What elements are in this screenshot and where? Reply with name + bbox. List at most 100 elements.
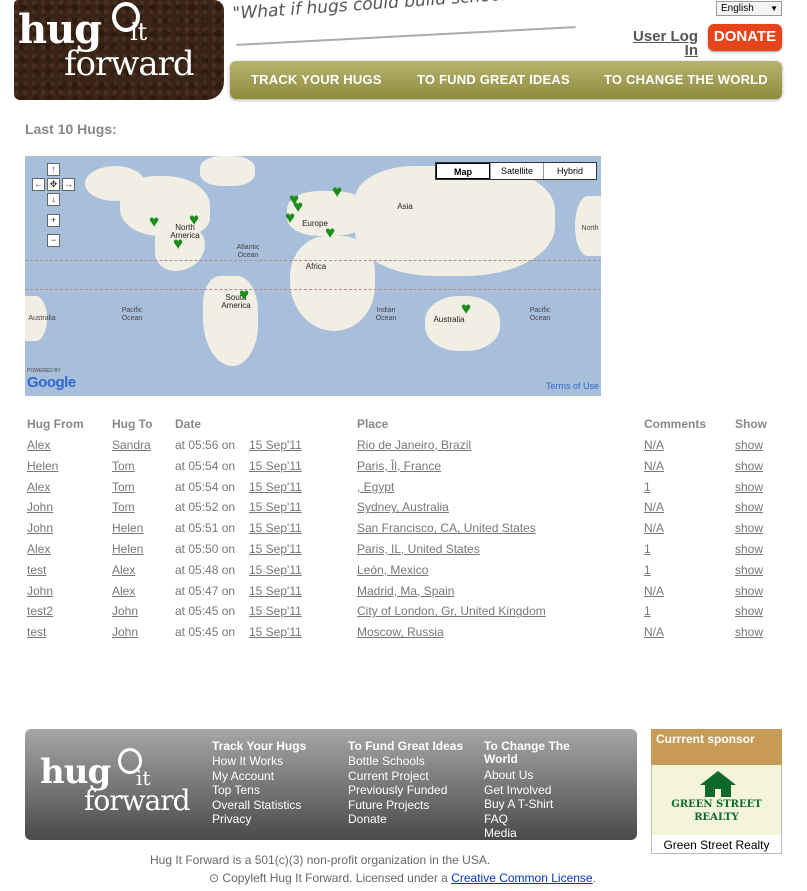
hug-to-link[interactable]: Alex <box>112 563 135 577</box>
hug-place-link[interactable]: Paris, Îl, France <box>357 459 441 473</box>
hug-from-link[interactable]: test <box>27 625 46 639</box>
nav-track-your-hugs[interactable]: TRACK YOUR HUGS <box>251 72 382 87</box>
footer-heading-change[interactable]: To Change The World <box>484 740 594 766</box>
footer-heading-fund[interactable]: To Fund Great Ideas <box>348 740 483 753</box>
pan-left-button[interactable]: ← <box>32 178 45 191</box>
hug-comments-link[interactable]: N/A <box>644 438 664 452</box>
hug-show-link[interactable]: show <box>735 563 763 577</box>
heart-icon[interactable]: ♥ <box>461 300 471 317</box>
footer-link[interactable]: FAQ <box>484 812 508 826</box>
hug-comments-link[interactable]: N/A <box>644 521 664 535</box>
footer-link[interactable]: Privacy <box>212 812 251 826</box>
hug-comments-link[interactable]: 1 <box>644 542 651 556</box>
hug-show-link[interactable]: show <box>735 521 763 535</box>
footer-link[interactable]: Donate <box>348 812 387 826</box>
zoom-in-button[interactable]: + <box>47 214 60 227</box>
hug-place-link[interactable]: Paris, IL, United States <box>357 542 480 556</box>
footer-link[interactable]: Media <box>484 826 517 840</box>
pan-down-button[interactable]: ↓ <box>47 193 60 206</box>
hug-place-link[interactable]: Sydney, Australia <box>357 500 449 514</box>
footer-link[interactable]: Get Involved <box>484 783 551 797</box>
google-logo[interactable]: POWERED BY Google <box>27 368 97 391</box>
hug-to-link[interactable]: Tom <box>112 500 135 514</box>
hug-from-link[interactable]: John <box>27 500 53 514</box>
hug-show-link[interactable]: show <box>735 584 763 598</box>
hug-place-link[interactable]: , Egypt <box>357 480 394 494</box>
hug-from-link[interactable]: Helen <box>27 459 58 473</box>
hug-comments-link[interactable]: N/A <box>644 500 664 514</box>
hug-show-link[interactable]: show <box>735 500 763 514</box>
footer-link[interactable]: My Account <box>212 769 274 783</box>
hug-date-link[interactable]: 15 Sep'11 <box>249 584 302 598</box>
hug-from-link[interactable]: John <box>27 584 53 598</box>
hug-to-link[interactable]: Tom <box>112 459 135 473</box>
footer-link[interactable]: About Us <box>484 768 533 782</box>
pan-right-button[interactable]: → <box>62 178 75 191</box>
hug-date-link[interactable]: 15 Sep'11 <box>249 438 302 452</box>
hug-date-link[interactable]: 15 Sep'11 <box>249 500 302 514</box>
nav-fund-great-ideas[interactable]: TO FUND GREAT IDEAS <box>417 72 570 87</box>
donate-button[interactable]: DONATE <box>708 24 782 51</box>
footer-link[interactable]: Top Tens <box>212 783 260 797</box>
license-link[interactable]: Creative Common License <box>451 871 592 885</box>
hug-date-link[interactable]: 15 Sep'11 <box>249 604 302 618</box>
footer-link[interactable]: How It Works <box>212 754 283 768</box>
zoom-out-button[interactable]: − <box>47 234 60 247</box>
footer-link[interactable]: Future Projects <box>348 798 429 812</box>
hug-comments-link[interactable]: 1 <box>644 480 651 494</box>
heart-icon[interactable]: ♥ <box>325 224 335 241</box>
language-select[interactable]: English ▼ <box>716 1 782 16</box>
heart-icon[interactable]: ♥ <box>189 211 199 228</box>
heart-icon[interactable]: ♥ <box>149 213 159 230</box>
hug-date-link[interactable]: 15 Sep'11 <box>249 542 302 556</box>
hug-place-link[interactable]: Madrid, Ma, Spain <box>357 584 454 598</box>
hug-to-link[interactable]: John <box>112 604 138 618</box>
hug-date-link[interactable]: 15 Sep'11 <box>249 459 302 473</box>
terms-of-use-link[interactable]: Terms of Use <box>546 381 599 391</box>
heart-icon[interactable]: ♥ <box>332 183 342 200</box>
hug-comments-link[interactable]: N/A <box>644 584 664 598</box>
pan-up-button[interactable]: ↑ <box>47 163 60 176</box>
hug-to-link[interactable]: Alex <box>112 584 135 598</box>
hug-comments-link[interactable]: 1 <box>644 604 651 618</box>
hug-show-link[interactable]: show <box>735 480 763 494</box>
hug-to-link[interactable]: Sandra <box>112 438 151 452</box>
hug-date-link[interactable]: 15 Sep'11 <box>249 625 302 639</box>
footer-heading-track[interactable]: Track Your Hugs <box>212 740 342 753</box>
hug-to-link[interactable]: John <box>112 625 138 639</box>
footer-link[interactable]: Buy A T-Shirt <box>484 797 553 811</box>
hug-date-link[interactable]: 15 Sep'11 <box>249 480 302 494</box>
hug-from-link[interactable]: Alex <box>27 542 50 556</box>
footer-link[interactable]: Bottle Schools <box>348 754 425 768</box>
hug-from-link[interactable]: Alex <box>27 438 50 452</box>
hug-to-link[interactable]: Helen <box>112 542 143 556</box>
hug-date-link[interactable]: 15 Sep'11 <box>249 563 302 577</box>
hug-comments-link[interactable]: N/A <box>644 459 664 473</box>
heart-icon[interactable]: ♥ <box>173 235 183 252</box>
hug-place-link[interactable]: City of London, Gr, United Kingdom <box>357 604 546 618</box>
hug-comments-link[interactable]: 1 <box>644 563 651 577</box>
footer-link[interactable]: Previously Funded <box>348 783 447 797</box>
hug-place-link[interactable]: Rio de Janeiro, Brazil <box>357 438 471 452</box>
user-login-link[interactable]: User Log In <box>630 29 698 58</box>
pan-center-button[interactable]: ✥ <box>47 178 60 191</box>
hug-show-link[interactable]: show <box>735 459 763 473</box>
hug-place-link[interactable]: Moscow, Russia <box>357 625 444 639</box>
hug-from-link[interactable]: test2 <box>27 604 53 618</box>
nav-change-the-world[interactable]: TO CHANGE THE WORLD <box>604 72 768 87</box>
hug-date-link[interactable]: 15 Sep'11 <box>249 521 302 535</box>
hug-show-link[interactable]: show <box>735 542 763 556</box>
heart-icon[interactable]: ♥ <box>285 209 295 226</box>
hug-comments-link[interactable]: N/A <box>644 625 664 639</box>
hug-from-link[interactable]: John <box>27 521 53 535</box>
footer-link[interactable]: Current Project <box>348 769 429 783</box>
hug-to-link[interactable]: Helen <box>112 521 143 535</box>
hug-show-link[interactable]: show <box>735 438 763 452</box>
map-type-hybrid-button[interactable]: Hybrid <box>543 163 596 179</box>
hug-from-link[interactable]: Alex <box>27 480 50 494</box>
heart-icon[interactable]: ♥ <box>239 286 249 303</box>
hug-map[interactable]: North America South America Europe Asia … <box>25 156 601 396</box>
footer-link[interactable]: Overall Statistics <box>212 798 301 812</box>
map-type-map-button[interactable]: Map <box>436 163 490 179</box>
hug-place-link[interactable]: León, Mexico <box>357 563 428 577</box>
